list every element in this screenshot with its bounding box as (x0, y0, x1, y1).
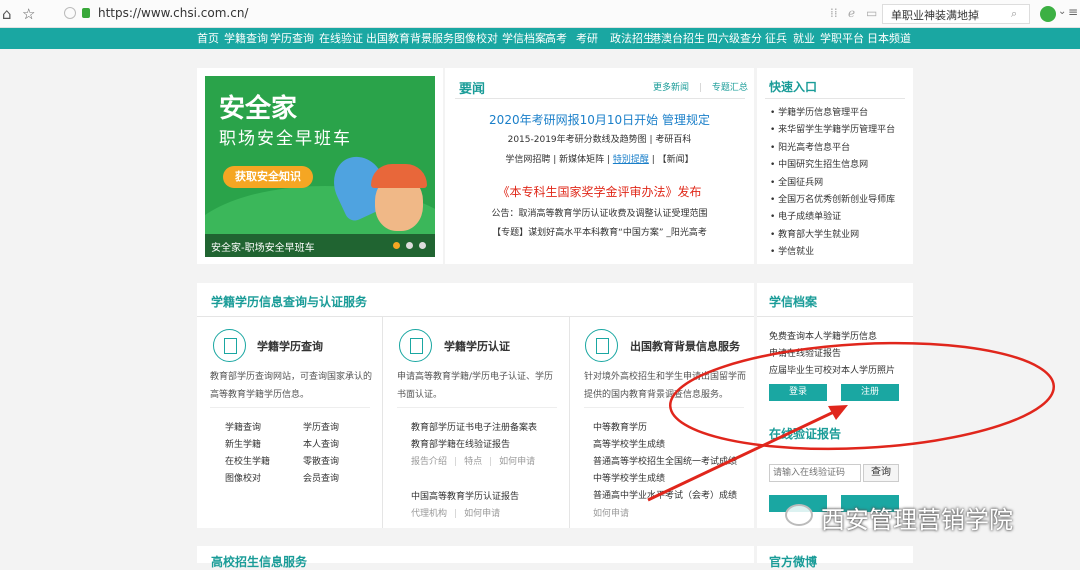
wechat-icon (785, 504, 813, 526)
annotation-arrow-line (647, 408, 839, 502)
wechat-watermark: 西安管理营销学院 (785, 500, 1065, 540)
annotation-overlay (647, 341, 1056, 502)
highlight-ellipse (668, 341, 1056, 451)
watermark-text: 西安管理营销学院 (821, 506, 1013, 534)
